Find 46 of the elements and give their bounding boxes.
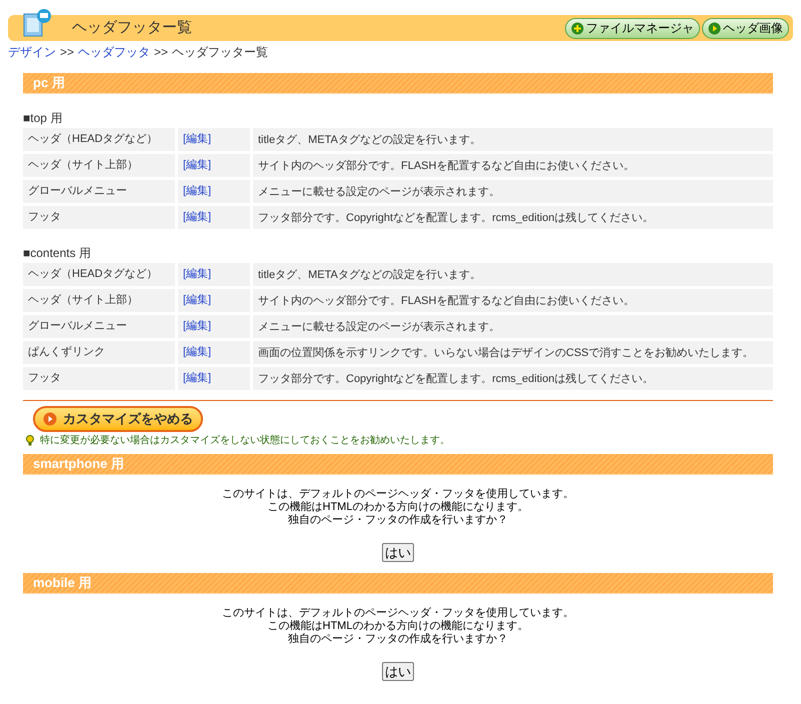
- table-cell: フッタ部分です。Copyrightなどを配置します。rcms_editionは残してください。: [253, 367, 773, 390]
- header-button[interactable]: ヘッダ画像: [702, 18, 789, 38]
- section-header: mobile 用: [23, 573, 773, 594]
- plus-icon: [571, 22, 584, 34]
- table-cell: フッタ: [23, 206, 175, 229]
- table-cell: ヘッダ（サイト上部）: [23, 154, 175, 177]
- breadcrumb-text: >>: [60, 44, 74, 61]
- table-cell: ヘッダ（HEADタグなど）: [23, 263, 175, 286]
- table-cell: メニューに載せる設定のページが表示されます。: [253, 180, 773, 203]
- table-cell: titleタグ、METAタグなどの設定を行います。: [253, 128, 773, 151]
- play-icon: [708, 22, 721, 34]
- table-cell: メニューに載せる設定のページが表示されます。: [253, 315, 773, 338]
- breadcrumb-link[interactable]: デザイン: [8, 43, 56, 61]
- table-cell: グローバルメニュー: [23, 315, 175, 338]
- yes-button[interactable]: はい: [382, 543, 414, 562]
- table-cell: フッタ部分です。Copyrightなどを配置します。rcms_editionは残してください。: [253, 206, 773, 229]
- table-cell: ぱんくずリンク: [23, 341, 175, 364]
- document-icon: [22, 8, 52, 38]
- play-icon: [43, 412, 57, 426]
- tip-text: 特に変更が必要ない場合はカスタマイズをしない状態にしておくことをお勧めいたします。: [40, 434, 450, 448]
- table-cell: グローバルメニュー: [23, 180, 175, 203]
- group-title: ■top 用: [23, 110, 64, 127]
- breadcrumb-link[interactable]: ヘッダフッタ: [78, 43, 150, 61]
- message-text: 独自のページ・フッタの作成を行いますか？: [288, 514, 508, 527]
- page-title: ヘッダフッター覧: [72, 18, 192, 38]
- message-text: このサイトは、デフォルトのページヘッダ・フッタを使用しています。: [222, 607, 574, 620]
- section-header: smartphone 用: [23, 454, 773, 475]
- message-text: この機能はHTMLのわかる方向けの機能になります。: [268, 620, 528, 633]
- lightbulb-icon: [23, 434, 37, 447]
- breadcrumb-text: >>: [154, 44, 168, 61]
- table-cell: サイト内のヘッダ部分です。FLASHを配置するなど自由にお使いください。: [253, 289, 773, 312]
- message-text: このサイトは、デフォルトのページヘッダ・フッタを使用しています。: [222, 488, 574, 500]
- table-cell: フッタ: [23, 367, 175, 390]
- group-title: ■contents 用: [23, 245, 92, 262]
- table-cell: ヘッダ（サイト上部）: [23, 289, 175, 312]
- header-button[interactable]: ファイルマネージャ: [565, 18, 700, 38]
- yes-button[interactable]: はい: [382, 662, 414, 681]
- message-text: 独自のページ・フッタの作成を行いますか？: [288, 633, 508, 646]
- message-text: この機能はHTMLのわかる方向けの機能になります。: [268, 501, 528, 514]
- table-cell: サイト内のヘッダ部分です。FLASHを配置するなど自由にお使いください。: [253, 154, 773, 177]
- table-cell: 画面の位置関係を示すリンクです。いらない場合はデザインのCSSで消すことをお勧めいたします。: [253, 341, 773, 364]
- stop-customize-button[interactable]: カスタマイズをやめる: [33, 406, 203, 432]
- table-cell: titleタグ、METAタグなどの設定を行います。: [253, 263, 773, 286]
- section-header: pc 用: [23, 73, 773, 94]
- table-cell: ヘッダ（HEADタグなど）: [23, 128, 175, 151]
- breadcrumb-text: ヘッダフッター覧: [172, 44, 268, 61]
